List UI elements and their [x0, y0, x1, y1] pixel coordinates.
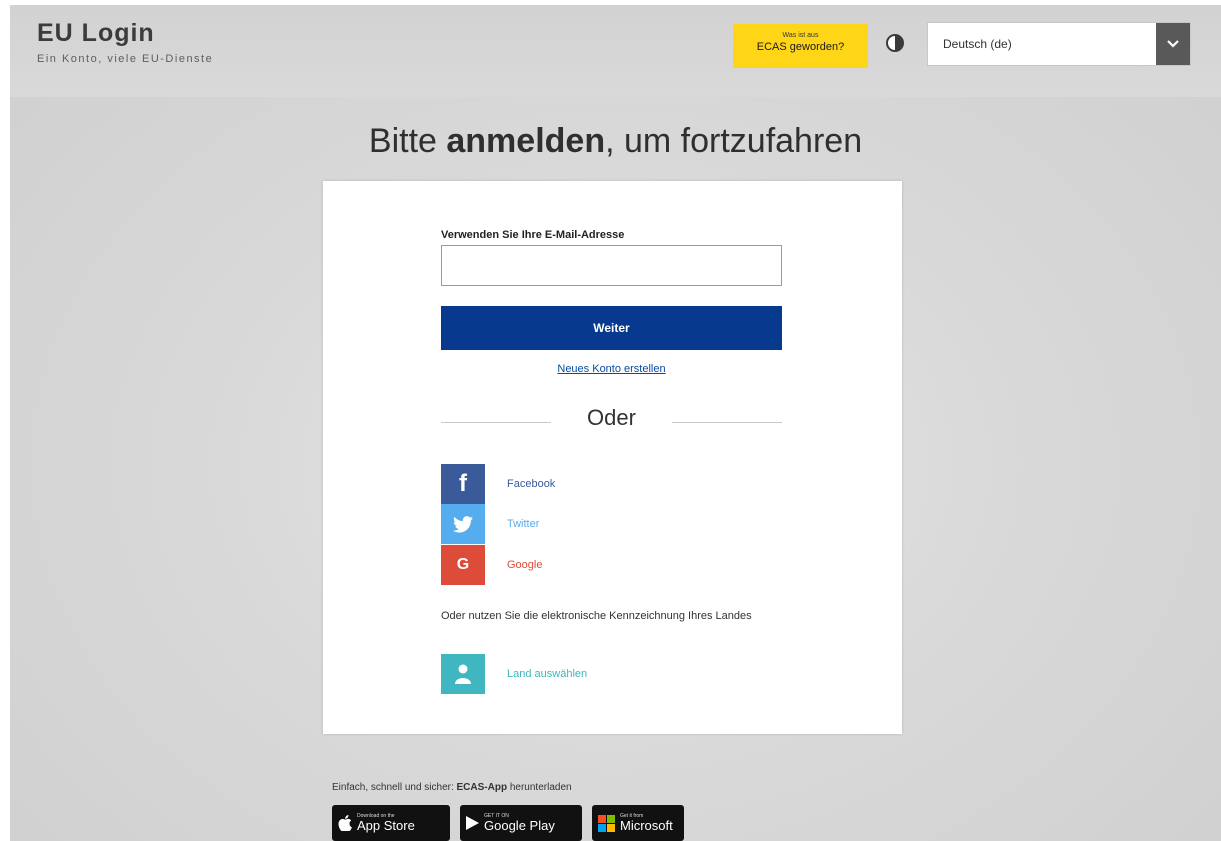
header: EU Login Ein Konto, viele EU-Dienste Was…	[10, 5, 1221, 97]
app-title: EU Login	[37, 19, 155, 47]
google-play-badge[interactable]: GET IT ON Google Play	[460, 805, 582, 841]
app-subtitle: Ein Konto, viele EU-Dienste	[37, 53, 214, 65]
page-frame: EU Login Ein Konto, viele EU-Dienste Was…	[10, 5, 1221, 841]
email-label: Verwenden Sie Ihre E-Mail-Adresse	[441, 229, 625, 241]
app-download-text-pre: Einfach, schnell und sicher:	[332, 782, 457, 793]
google-label: Google	[507, 559, 543, 571]
page-title-post: , um fortzufahren	[605, 122, 863, 160]
app-download-text-post: herunterladen	[507, 782, 572, 793]
ecas-badge-text: ECAS geworden?	[756, 41, 845, 53]
google-play-icon	[466, 816, 479, 830]
google-play-label: Google Play	[484, 818, 555, 833]
facebook-label: Facebook	[507, 478, 556, 490]
login-card: Verwenden Sie Ihre E-Mail-Adresse Weiter…	[323, 181, 902, 734]
facebook-login-button[interactable]: f Facebook	[441, 464, 741, 504]
google-icon: G	[441, 545, 485, 585]
ecas-badge-small-text: Was ist aus	[782, 32, 819, 39]
microsoft-store-badge[interactable]: Get it from Microsoft	[592, 805, 684, 841]
continue-button[interactable]: Weiter	[441, 306, 782, 350]
page-title-bold: anmelden	[446, 122, 606, 160]
language-selected-value: Deutsch (de)	[943, 37, 1012, 51]
app-download-text-bold: ECAS-App	[456, 782, 508, 793]
email-field[interactable]	[441, 245, 782, 286]
user-icon	[441, 654, 485, 694]
or-divider: Oder	[441, 405, 782, 435]
create-account-link[interactable]: Neues Konto erstellen	[323, 363, 900, 375]
language-select[interactable]: Deutsch (de)	[927, 22, 1191, 66]
contrast-toggle-icon[interactable]	[886, 34, 904, 52]
app-store-badge[interactable]: Download on the App Store	[332, 805, 450, 841]
microsoft-store-label: Microsoft	[620, 818, 673, 833]
select-country-label: Land auswählen	[507, 668, 588, 680]
page-title: Bitte anmelden, um fortzufahren	[10, 122, 1221, 161]
twitter-label: Twitter	[507, 518, 540, 530]
chevron-down-icon[interactable]	[1156, 23, 1190, 65]
page-title-pre: Bitte	[368, 122, 447, 160]
microsoft-icon	[598, 814, 615, 832]
facebook-icon: f	[441, 464, 485, 504]
twitter-icon	[441, 504, 485, 544]
app-store-label: App Store	[357, 818, 415, 833]
select-country-button[interactable]: Land auswählen	[441, 654, 741, 694]
ecas-info-button[interactable]: Was ist aus ECAS geworden?	[733, 24, 868, 68]
twitter-login-button[interactable]: Twitter	[441, 504, 741, 544]
apple-icon	[338, 815, 352, 831]
eid-description: Oder nutzen Sie die elektronische Kennze…	[441, 610, 752, 622]
or-label: Oder	[587, 405, 636, 430]
app-download-text: Einfach, schnell und sicher: ECAS-App he…	[332, 782, 572, 793]
google-login-button[interactable]: G Google	[441, 545, 741, 585]
divider-line-right	[672, 422, 782, 423]
